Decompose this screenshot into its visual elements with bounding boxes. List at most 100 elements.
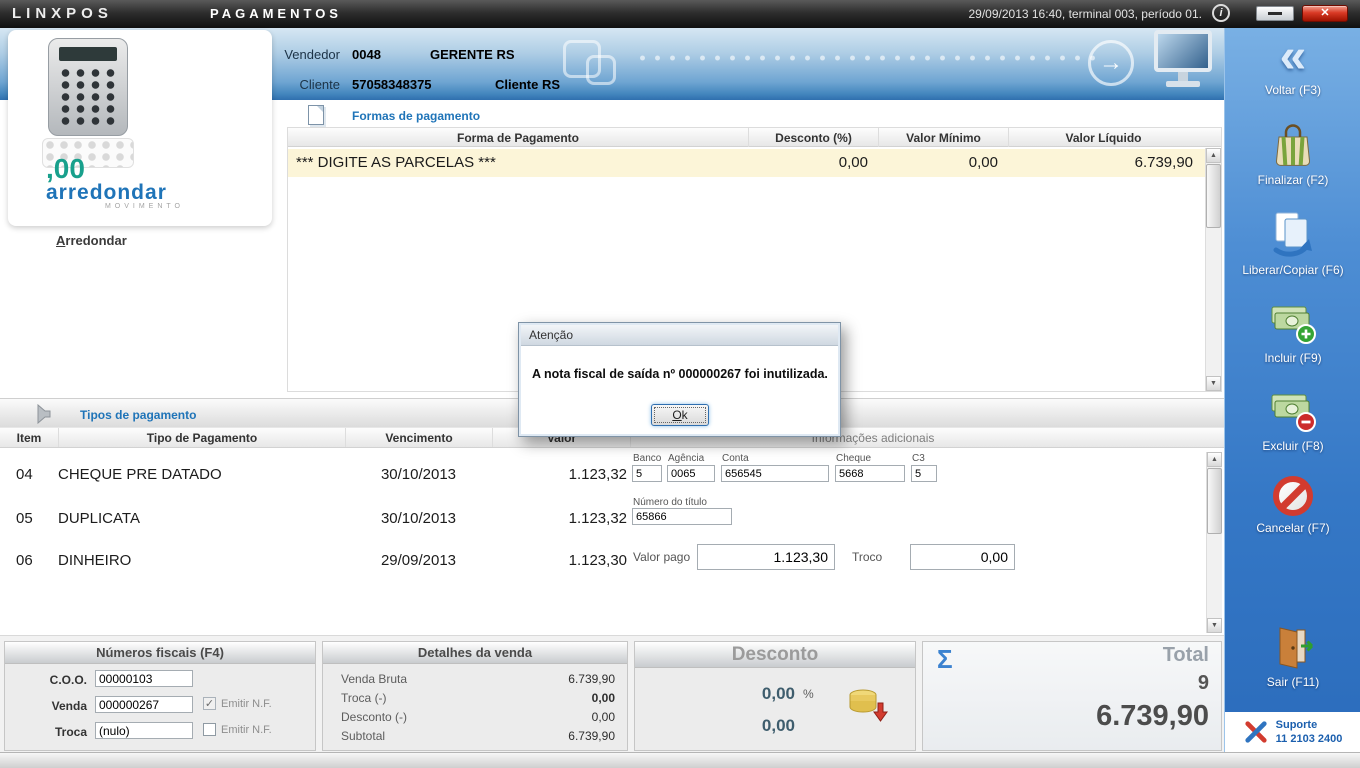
- incluir-button[interactable]: Incluir (F9): [1225, 300, 1360, 365]
- conta-input[interactable]: [721, 465, 829, 482]
- monitor-icon: [1150, 30, 1216, 94]
- row-vencimento: 29/09/2013: [380, 552, 457, 569]
- info-icon[interactable]: i: [1212, 4, 1230, 22]
- total-value: 6.739,90: [1096, 700, 1209, 732]
- total-count: 9: [1197, 672, 1209, 694]
- detail-value: 0,00: [591, 691, 615, 705]
- c3-input[interactable]: [911, 465, 937, 482]
- col-desconto: Desconto (%): [748, 128, 878, 147]
- support-phone: 11 2103 2400: [1275, 733, 1343, 745]
- tipos-section-title: Tipos de pagamento: [80, 408, 197, 422]
- minimize-button[interactable]: [1256, 6, 1294, 21]
- arredondar-panel: ,00 arredondar MOVIMENTO: [8, 30, 272, 226]
- desconto-percent-value: 0,00: [761, 684, 795, 703]
- sair-button[interactable]: Sair (F11): [1225, 624, 1360, 689]
- coo-input[interactable]: [95, 670, 193, 687]
- table-row[interactable]: *** DIGITE AS PARCELAS *** 0,00 0,00 6.7…: [288, 149, 1205, 177]
- venda-input[interactable]: [95, 696, 193, 713]
- valor-pago-label: Valor pago: [633, 550, 691, 564]
- voltar-button[interactable]: « Voltar (F3): [1225, 33, 1360, 98]
- agencia-label: Agência: [668, 453, 705, 464]
- liberar-copiar-label: Liberar/Copiar (F6): [1242, 263, 1344, 277]
- exit-door-icon: [1279, 627, 1314, 669]
- detail-value: 6.739,90: [568, 729, 615, 743]
- excluir-button[interactable]: Excluir (F8): [1225, 388, 1360, 453]
- monitor-neck: [1178, 72, 1188, 81]
- formas-section-title: Formas de pagamento: [352, 109, 481, 123]
- support-title: Suporte: [1275, 719, 1318, 731]
- detail-label: Troca (-): [341, 691, 387, 705]
- monitor-screen: [1154, 30, 1212, 72]
- linx-x-logo: [1245, 721, 1267, 743]
- valor-pago-input[interactable]: [697, 544, 835, 570]
- col-vencimento: Vencimento: [345, 428, 492, 447]
- numeros-fiscais-panel: Números fiscais (F4) C.O.O. Venda ✓ Emit…: [4, 641, 316, 751]
- table-row[interactable]: 05 DUPLICATA 30/10/2013 1.123,32 Número …: [0, 494, 1205, 540]
- cheque-input[interactable]: [835, 465, 905, 482]
- overlap-squares-icon: [586, 55, 616, 85]
- detail-label: Desconto (-): [341, 710, 408, 724]
- speaker-icon: [37, 404, 51, 424]
- scroll-thumb[interactable]: [1207, 468, 1222, 534]
- row-valor: 1.123,32: [568, 466, 627, 483]
- banco-input[interactable]: [632, 465, 662, 482]
- desconto-title: Desconto: [635, 642, 915, 668]
- discount-money-icon[interactable]: [845, 686, 889, 728]
- vendedor-code: 0048: [352, 47, 381, 62]
- action-sidebar: « Voltar (F3) Finalizar (F2) Liberar/Cop…: [1224, 28, 1360, 752]
- cancelar-button[interactable]: Cancelar (F7): [1225, 476, 1360, 535]
- col-valor-minimo: Valor Mínimo: [878, 128, 1008, 147]
- atencao-dialog: Atenção A nota fiscal de saída nº 000000…: [518, 322, 841, 437]
- emitir-nf-troca-label: Emitir N.F.: [221, 724, 272, 736]
- formas-scrollbar[interactable]: ▲ ▼: [1205, 148, 1221, 391]
- table-row[interactable]: 06 DINHEIRO 29/09/2013 1.123,30 Valor pa…: [0, 540, 1205, 586]
- liberar-copiar-button[interactable]: Liberar/Copiar (F6): [1225, 210, 1360, 277]
- sigma-icon: Σ: [937, 644, 953, 674]
- incluir-label: Incluir (F9): [1264, 351, 1322, 365]
- monitor-base: [1166, 81, 1200, 87]
- detail-label: Subtotal: [341, 729, 386, 743]
- table-row[interactable]: 04 CHEQUE PRE DATADO 30/10/2013 1.123,32…: [0, 448, 1205, 498]
- cliente-name: Cliente RS: [495, 77, 561, 92]
- close-button[interactable]: ✕: [1302, 5, 1348, 22]
- numero-titulo-input[interactable]: [632, 508, 732, 525]
- dialog-titlebar: Atenção: [521, 325, 838, 346]
- minimize-icon: [1268, 12, 1282, 15]
- row-tipo: DINHEIRO: [58, 552, 132, 569]
- cancelar-label: Cancelar (F7): [1256, 521, 1330, 535]
- scroll-thumb[interactable]: [1206, 164, 1221, 228]
- scroll-up-icon[interactable]: ▲: [1206, 148, 1221, 163]
- calculator-icon: [48, 38, 128, 136]
- col-tipo-pagamento: Tipo de Pagamento: [58, 428, 345, 447]
- emitir-nf-venda-label: Emitir N.F.: [221, 698, 272, 710]
- arredondar-link[interactable]: Arredondar: [56, 233, 127, 248]
- formas-table-header: Forma de Pagamento Desconto (%) Valor Mí…: [288, 128, 1221, 147]
- banco-label: Banco: [633, 453, 662, 464]
- scroll-up-icon[interactable]: ▲: [1207, 452, 1222, 467]
- troca-input[interactable]: [95, 722, 193, 739]
- scroll-down-icon[interactable]: ▼: [1207, 618, 1222, 633]
- linxpos-window: LINXPOS PAGAMENTOS 29/09/2013 16:40, ter…: [0, 0, 1360, 768]
- agencia-input[interactable]: [667, 465, 715, 482]
- sair-label: Sair (F11): [1266, 675, 1320, 689]
- ok-button[interactable]: Ok: [651, 404, 709, 426]
- calculator-display: [59, 47, 117, 61]
- copy-document-icon: [1273, 212, 1312, 257]
- total-panel: Σ Total 9 6.739,90: [922, 641, 1222, 751]
- row-item: 04: [16, 466, 33, 483]
- tipos-scrollbar[interactable]: ▲ ▼: [1206, 452, 1222, 633]
- finalizar-button[interactable]: Finalizar (F2): [1225, 122, 1360, 187]
- row-valor: 1.123,32: [568, 510, 627, 527]
- row-forma: *** DIGITE AS PARCELAS ***: [296, 154, 496, 171]
- emitir-nf-venda-checkbox[interactable]: ✓: [203, 697, 216, 710]
- money-plus-icon: [1271, 306, 1316, 344]
- logo-subtitle: MOVIMENTO: [104, 203, 184, 210]
- scroll-down-icon[interactable]: ▼: [1206, 376, 1221, 391]
- desconto-value: 0,00: [761, 716, 795, 735]
- troco-input[interactable]: [910, 544, 1015, 570]
- dots-decoration: [635, 52, 1095, 64]
- conta-label: Conta: [722, 453, 749, 464]
- emitir-nf-troca-checkbox[interactable]: [203, 723, 216, 736]
- percent-symbol: %: [803, 687, 814, 701]
- window-bottom-bar: [0, 752, 1360, 768]
